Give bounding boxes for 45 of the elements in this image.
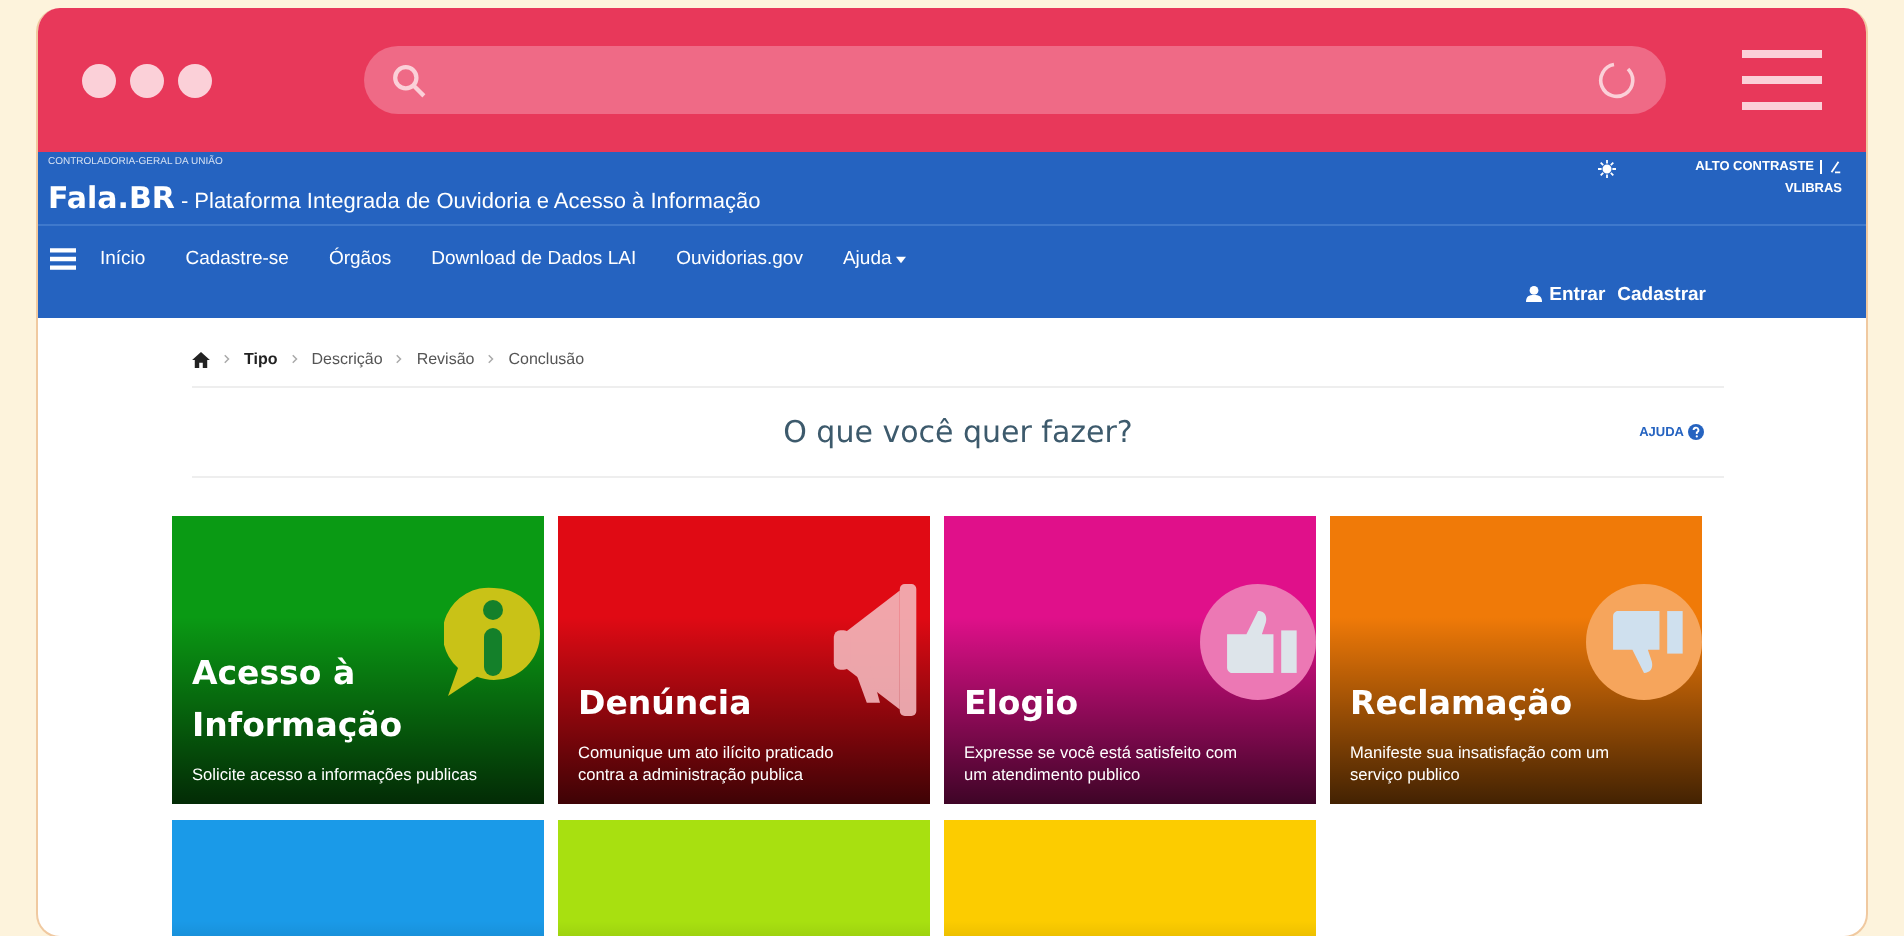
choice-card[interactable]: Acesso à Informação Solicite acesso a informações publicas bbox=[172, 516, 544, 804]
card-title: Acesso à Informação bbox=[192, 652, 405, 748]
window-control-dot[interactable] bbox=[130, 63, 164, 97]
window-control-dot[interactable] bbox=[82, 63, 116, 97]
choice-card[interactable]: Elogio Expresse se você está satisfeito com um atendimento publico bbox=[944, 516, 1316, 804]
nav-link[interactable]: Ouvidorias.gov bbox=[676, 247, 803, 269]
breadcrumb-step[interactable]: Descrição bbox=[311, 350, 383, 368]
sign-language-icon[interactable] bbox=[1828, 160, 1842, 174]
card-title: Reclamação bbox=[1350, 682, 1575, 726]
help-icon bbox=[1688, 424, 1704, 440]
login-link[interactable]: Entrar bbox=[1549, 283, 1606, 305]
window-control-dot[interactable] bbox=[178, 63, 212, 97]
chevron-icon bbox=[224, 354, 230, 364]
site-logo[interactable]: Fala.BR bbox=[48, 180, 175, 216]
home-icon[interactable] bbox=[192, 351, 210, 367]
page-heading: O que você quer fazer? bbox=[783, 414, 1133, 450]
card-description: Comunique um ato ilícito praticado contra a administração publica bbox=[578, 742, 836, 786]
nav-link[interactable]: Download de Dados LAI bbox=[431, 247, 637, 269]
card-description: Solicite acesso a informações publicas bbox=[192, 764, 480, 786]
nav-link[interactable]: Cadastre-se bbox=[185, 247, 289, 269]
breadcrumb-step[interactable]: Revisão bbox=[416, 350, 475, 368]
user-icon bbox=[1525, 286, 1542, 302]
register-link[interactable]: Cadastrar bbox=[1617, 283, 1706, 305]
thumbs-up-icon bbox=[1200, 584, 1316, 700]
contrast-icon[interactable] bbox=[1597, 160, 1616, 178]
thumbs-down-icon bbox=[1586, 584, 1702, 700]
card-title: Denúncia bbox=[578, 682, 754, 726]
site-subtitle: - Plataforma Integrada de Ouvidoria e Acesso à Informação bbox=[180, 190, 761, 214]
menu-icon[interactable] bbox=[1742, 48, 1822, 112]
choice-card[interactable]: Reclamação Manifeste sua insatisfação com um serviço publico bbox=[1330, 516, 1702, 804]
card-description: Manifeste sua insatisfação com um serviço publico bbox=[1350, 742, 1612, 786]
reload-icon[interactable] bbox=[1598, 60, 1638, 100]
chevron-icon bbox=[291, 354, 298, 364]
chevron-icon bbox=[488, 354, 495, 364]
nav-link[interactable]: Ajuda bbox=[842, 247, 906, 269]
nav-link[interactable]: Órgãos bbox=[328, 247, 392, 269]
choice-card[interactable]: Denúncia Comunique um ato ilícito praticado contra a administração publica bbox=[558, 516, 930, 804]
breadcrumb-step[interactable]: Conclusão bbox=[508, 350, 585, 368]
caret-icon bbox=[895, 255, 906, 263]
card-title: Elogio bbox=[964, 682, 1081, 726]
search-icon bbox=[392, 63, 426, 97]
chevron-icon bbox=[396, 354, 403, 364]
nav-link[interactable]: Início bbox=[100, 247, 146, 269]
breadcrumb-step[interactable]: Tipo bbox=[244, 350, 278, 368]
card-description: Expresse se você está satisfeito com um atendimento publico bbox=[964, 742, 1239, 786]
